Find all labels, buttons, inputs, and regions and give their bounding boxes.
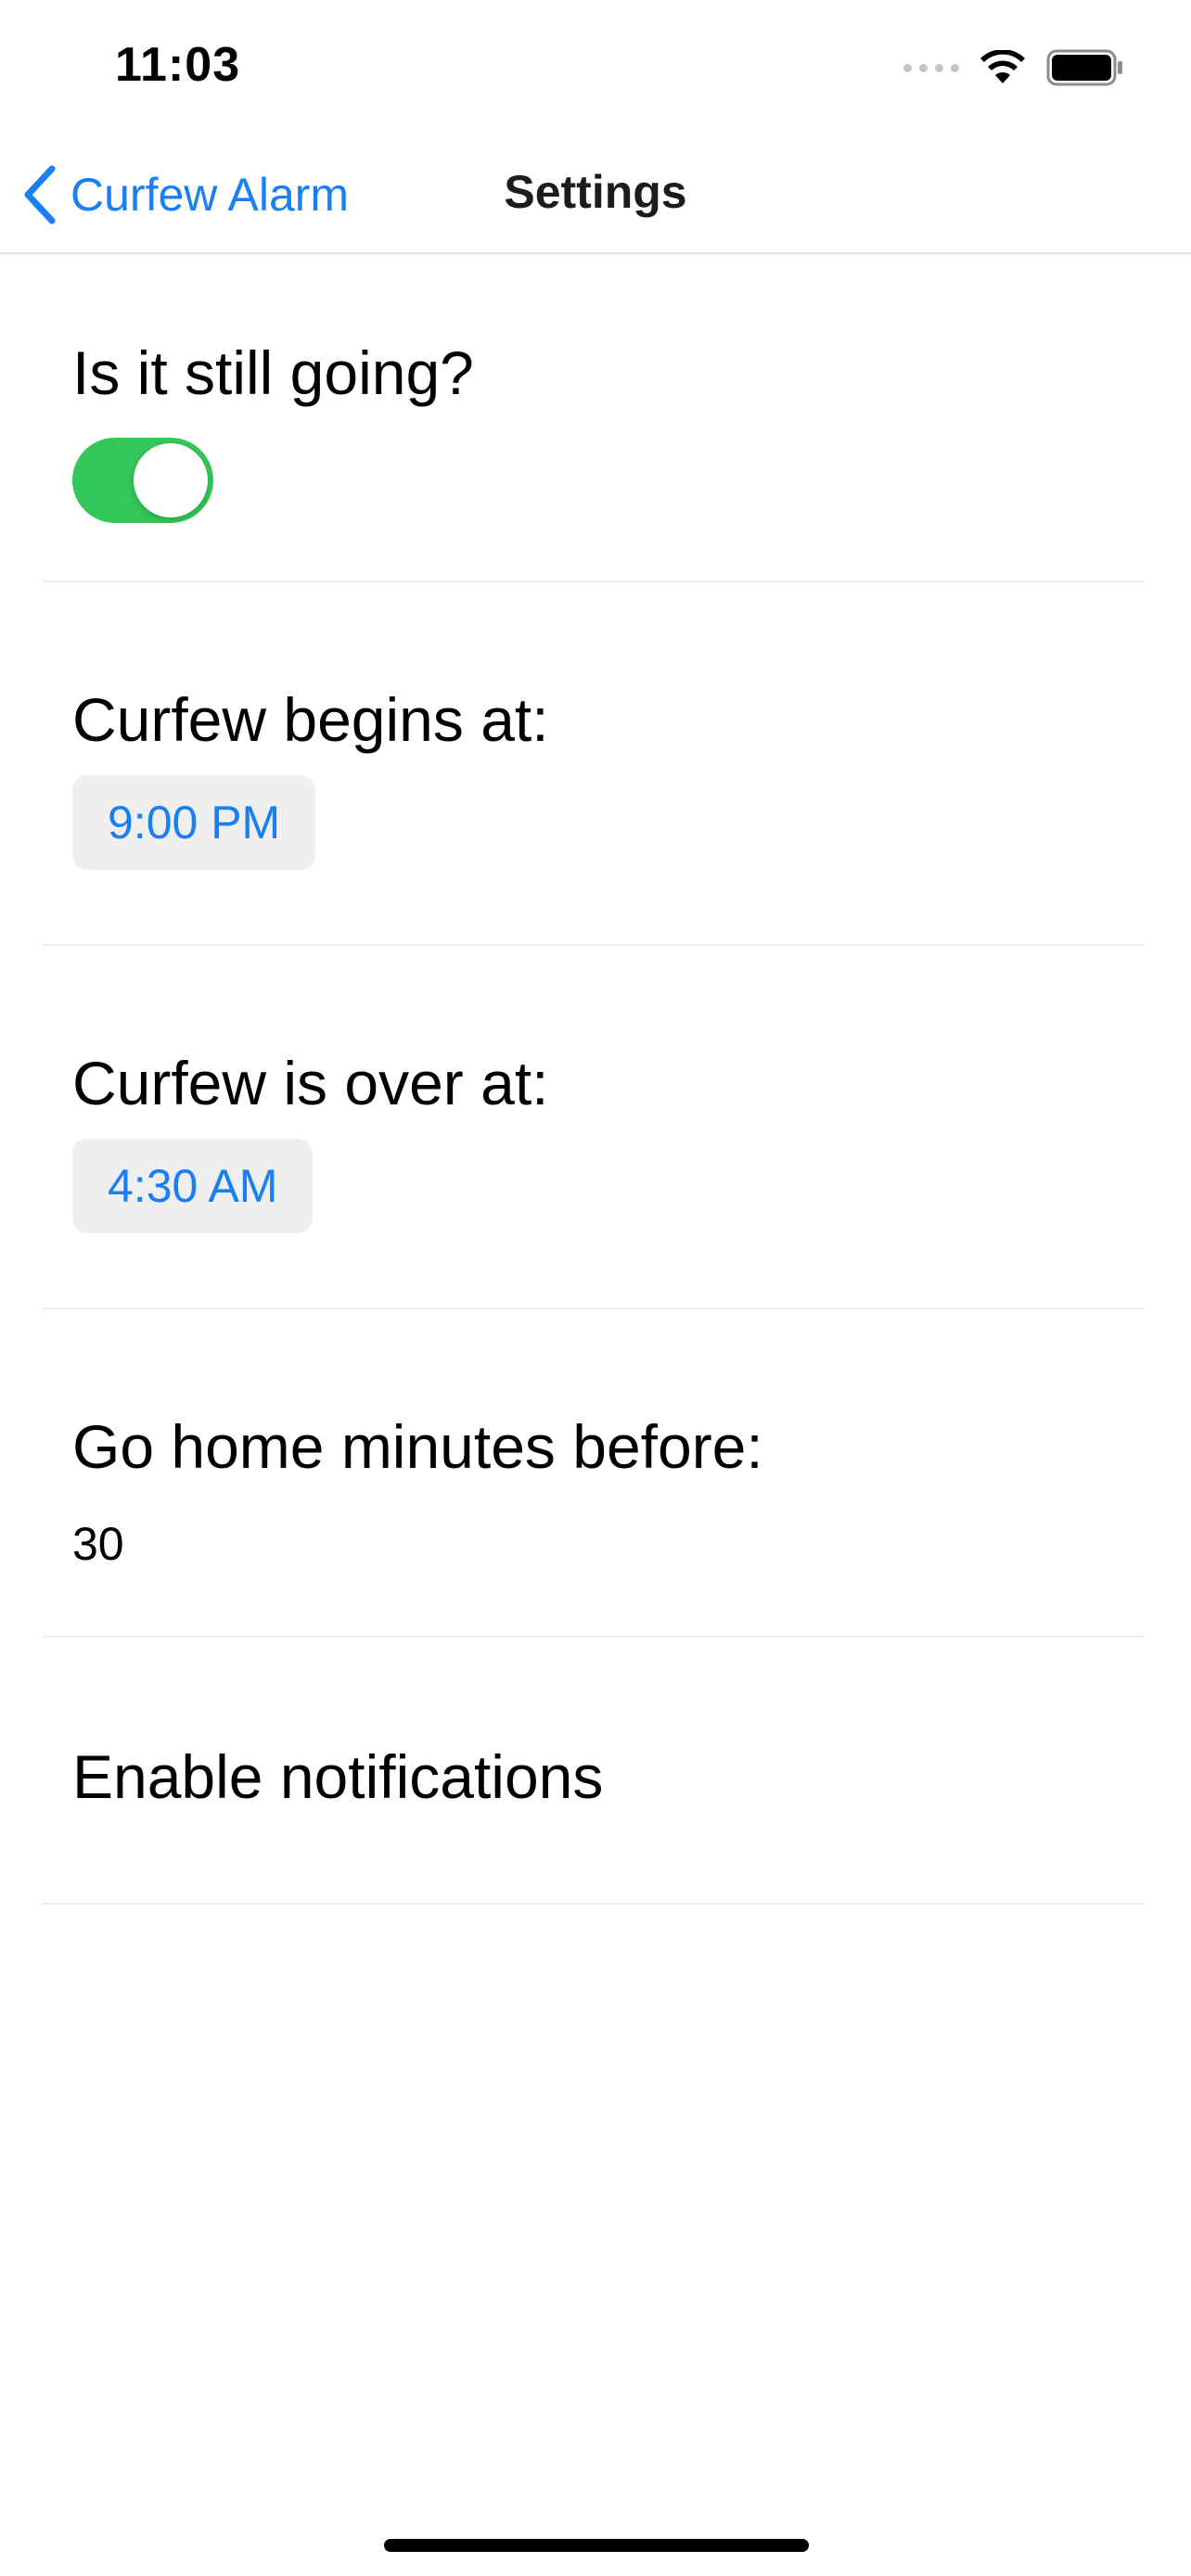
curfew-over-time-picker[interactable]: 4:30 AM <box>72 1139 314 1233</box>
wifi-icon <box>980 50 1025 83</box>
navigation-bar: Settings Curfew Alarm <box>0 139 1191 254</box>
toggle-knob <box>134 443 208 517</box>
curfew-begins-row: Curfew begins at: 9:00 PM <box>43 582 1145 946</box>
back-button-label: Curfew Alarm <box>70 169 350 221</box>
status-time: 11:03 <box>115 38 241 92</box>
home-indicator <box>384 2539 809 2552</box>
signal-dots-icon <box>903 63 959 72</box>
battery-icon <box>1046 49 1122 86</box>
still-going-label: Is it still going? <box>72 338 474 407</box>
still-going-toggle[interactable] <box>72 438 213 523</box>
go-home-row[interactable]: Go home minutes before: 30 <box>43 1309 1145 1638</box>
back-button[interactable]: Curfew Alarm <box>22 158 349 232</box>
still-going-row: Is it still going? <box>43 254 1145 582</box>
status-icons <box>903 46 1124 89</box>
go-home-label: Go home minutes before: <box>72 1412 763 1481</box>
go-home-value: 30 <box>72 1518 124 1570</box>
status-bar: 11:03 <box>0 0 1191 139</box>
curfew-over-label: Curfew is over at: <box>72 1049 549 1117</box>
notifications-row[interactable]: Enable notifications <box>43 1638 1145 1905</box>
curfew-begins-label: Curfew begins at: <box>72 685 549 754</box>
enable-notifications-label: Enable notifications <box>72 1742 604 1811</box>
curfew-over-row: Curfew is over at: 4:30 AM <box>43 946 1145 1309</box>
settings-form: Is it still going? Curfew begins at: 9:0… <box>0 254 1191 1905</box>
curfew-begins-time-picker[interactable]: 9:00 PM <box>72 775 316 870</box>
chevron-left-icon <box>24 165 56 224</box>
